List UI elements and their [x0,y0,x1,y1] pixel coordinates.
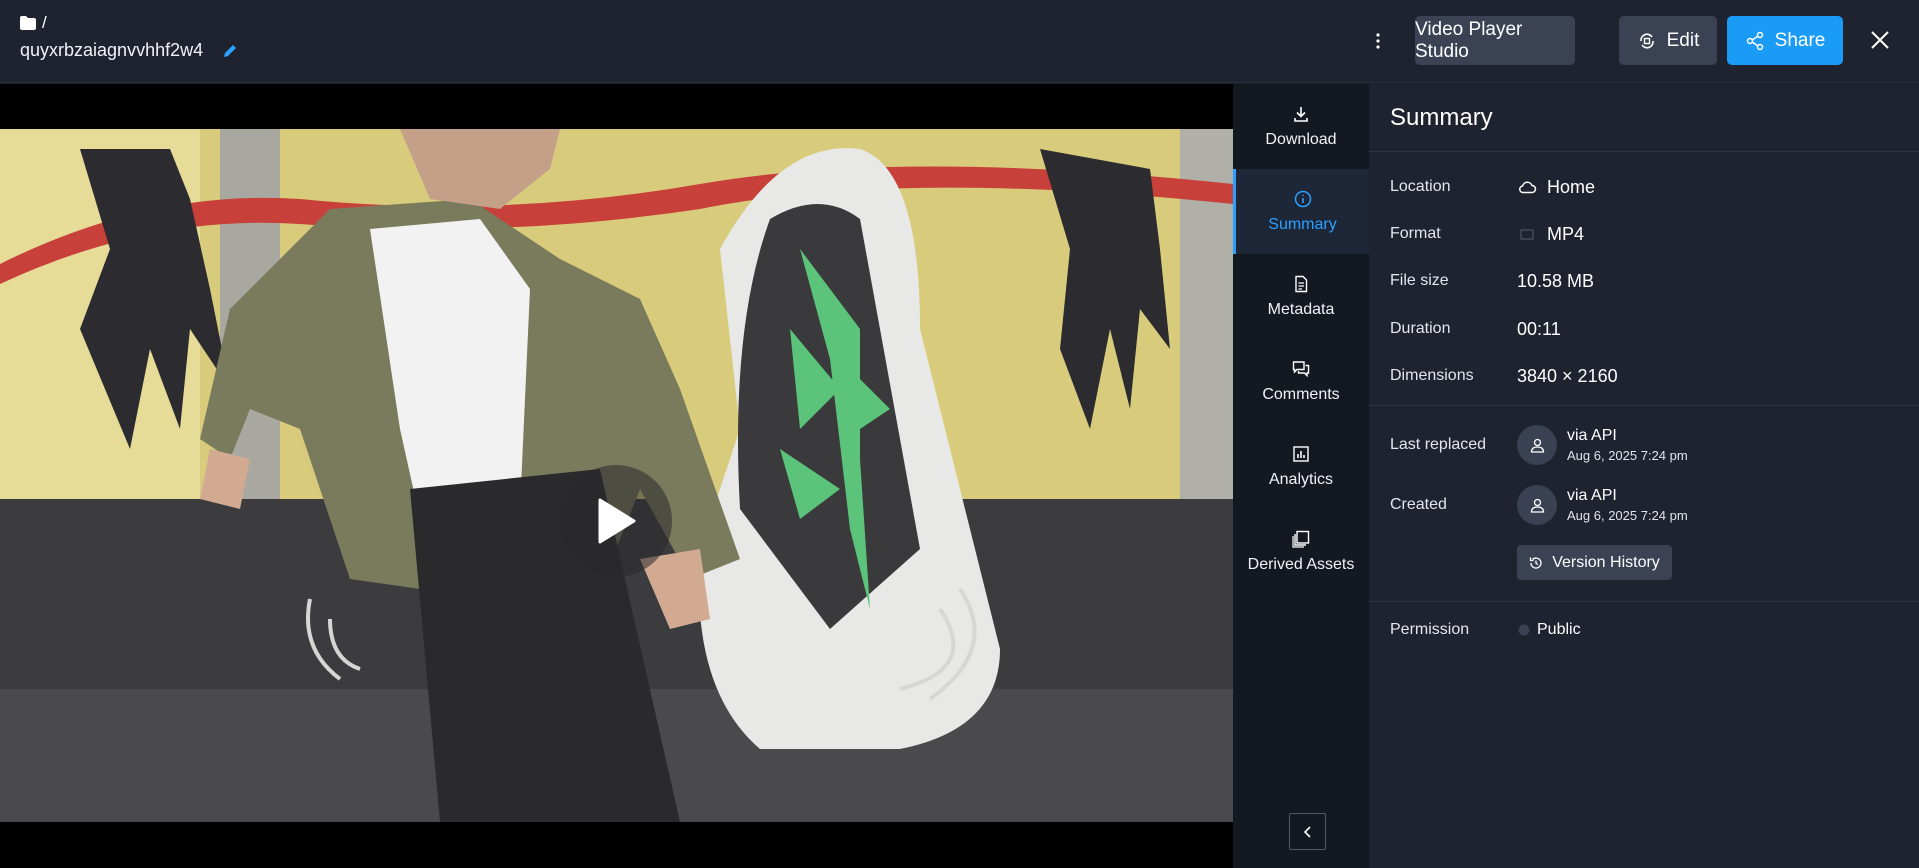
tab-analytics-label: Analytics [1268,470,1334,488]
dimensions-value: 3840 × 2160 [1517,365,1618,386]
comments-icon [1292,360,1310,377]
format-row: Format MP4 [1390,219,1900,249]
top-bar: / quyxrbzaiagnvvhhf2w4 Video Player Stud… [0,0,1919,83]
cloud-icon [1519,181,1537,194]
duration-label: Duration [1390,320,1451,337]
play-button[interactable] [560,465,672,577]
location-text: Home [1547,176,1596,197]
video-player[interactable] [0,84,1233,868]
duration-value: 00:11 [1517,318,1561,339]
edit-transform-icon [1639,32,1654,49]
tab-comments[interactable]: Comments [1233,339,1369,424]
created-row: Created via API Aug 6, 2025 7:24 pm [1390,484,1900,526]
collapse-panel-button[interactable] [1289,813,1326,850]
pencil-icon[interactable] [221,42,239,60]
chart-icon [1293,445,1309,462]
permission-label: Permission [1390,621,1470,638]
document-icon [1295,275,1308,292]
edit-label: Edit [1666,29,1700,51]
last-replaced-row: Last replaced via API Aug 6, 2025 7:24 p… [1390,424,1900,466]
avatar [1517,485,1557,525]
permission-text: Public [1537,621,1581,638]
share-label: Share [1774,29,1826,51]
layers-icon [1292,530,1310,548]
format-value: MP4 [1517,224,1584,245]
share-icon [1746,31,1763,50]
summary-panel: Summary Location Home Format MP4 File si… [1369,84,1919,868]
breadcrumb-separator: / [42,13,47,32]
dimensions-row: Dimensions 3840 × 2160 [1390,361,1900,391]
panel-title: Summary [1390,104,1493,131]
breadcrumb[interactable]: / [20,13,47,33]
user-icon [1530,438,1544,453]
download-icon [1294,106,1308,122]
divider [1369,405,1919,406]
folder-icon [20,16,36,30]
tab-derived-assets-label: Derived Assets [1247,555,1355,573]
more-options-icon[interactable] [1367,28,1389,54]
location-value[interactable]: Home [1517,177,1595,198]
file-size-value: 10.58 MB [1517,270,1595,291]
permission-row: Permission Public [1390,615,1900,645]
tab-derived-assets[interactable]: Derived Assets [1233,509,1369,594]
tab-summary[interactable]: Summary [1233,169,1369,254]
play-icon [598,498,636,544]
file-size-row: File size 10.58 MB [1390,266,1900,296]
side-tab-rail: Download Summary Metadata Comments Analy… [1233,84,1369,868]
asset-name: quyxrbzaiagnvvhhf2w4 [20,40,204,60]
created-by: via API [1567,487,1617,504]
tab-metadata-label: Metadata [1267,300,1335,318]
tab-download-label: Download [1265,130,1337,148]
tab-summary-label: Summary [1268,215,1337,233]
created-value: via API Aug 6, 2025 7:24 pm [1517,485,1688,525]
last-replaced-date: Aug 6, 2025 7:24 pm [1567,448,1688,463]
permission-value[interactable]: Public [1517,621,1581,639]
video-frame [0,129,1233,822]
location-row: Location Home [1390,172,1900,202]
history-icon [1530,556,1542,569]
avatar [1517,425,1557,465]
edit-button[interactable]: Edit [1619,16,1717,65]
info-icon [1294,190,1311,207]
created-label: Created [1390,496,1447,513]
user-icon [1530,498,1544,513]
video-file-icon [1520,229,1534,240]
divider [1369,151,1919,152]
duration-row: Duration 00:11 [1390,314,1900,344]
version-history-button[interactable]: Version History [1517,545,1672,580]
tab-download[interactable]: Download [1233,84,1369,169]
divider [1369,601,1919,602]
tab-analytics[interactable]: Analytics [1233,424,1369,509]
video-player-studio-button[interactable]: Video Player Studio [1415,16,1575,65]
tab-comments-label: Comments [1262,385,1340,403]
tab-metadata[interactable]: Metadata [1233,254,1369,339]
format-text: MP4 [1547,223,1585,244]
video-player-studio-label: Video Player Studio [1415,18,1523,62]
share-button[interactable]: Share [1727,16,1843,65]
last-replaced-by: via API [1567,427,1617,444]
chevron-left-icon [1303,825,1311,838]
last-replaced-value: via API Aug 6, 2025 7:24 pm [1517,425,1688,465]
location-label: Location [1390,178,1451,195]
format-label: Format [1390,225,1441,242]
close-icon[interactable] [1866,26,1894,54]
file-size-label: File size [1390,272,1449,289]
asset-title: quyxrbzaiagnvvhhf2w4 [20,40,239,61]
created-date: Aug 6, 2025 7:24 pm [1567,508,1688,523]
dimensions-label: Dimensions [1390,367,1474,384]
globe-icon [1518,624,1530,636]
version-history-label: Version History [1552,553,1660,571]
last-replaced-label: Last replaced [1390,436,1487,453]
